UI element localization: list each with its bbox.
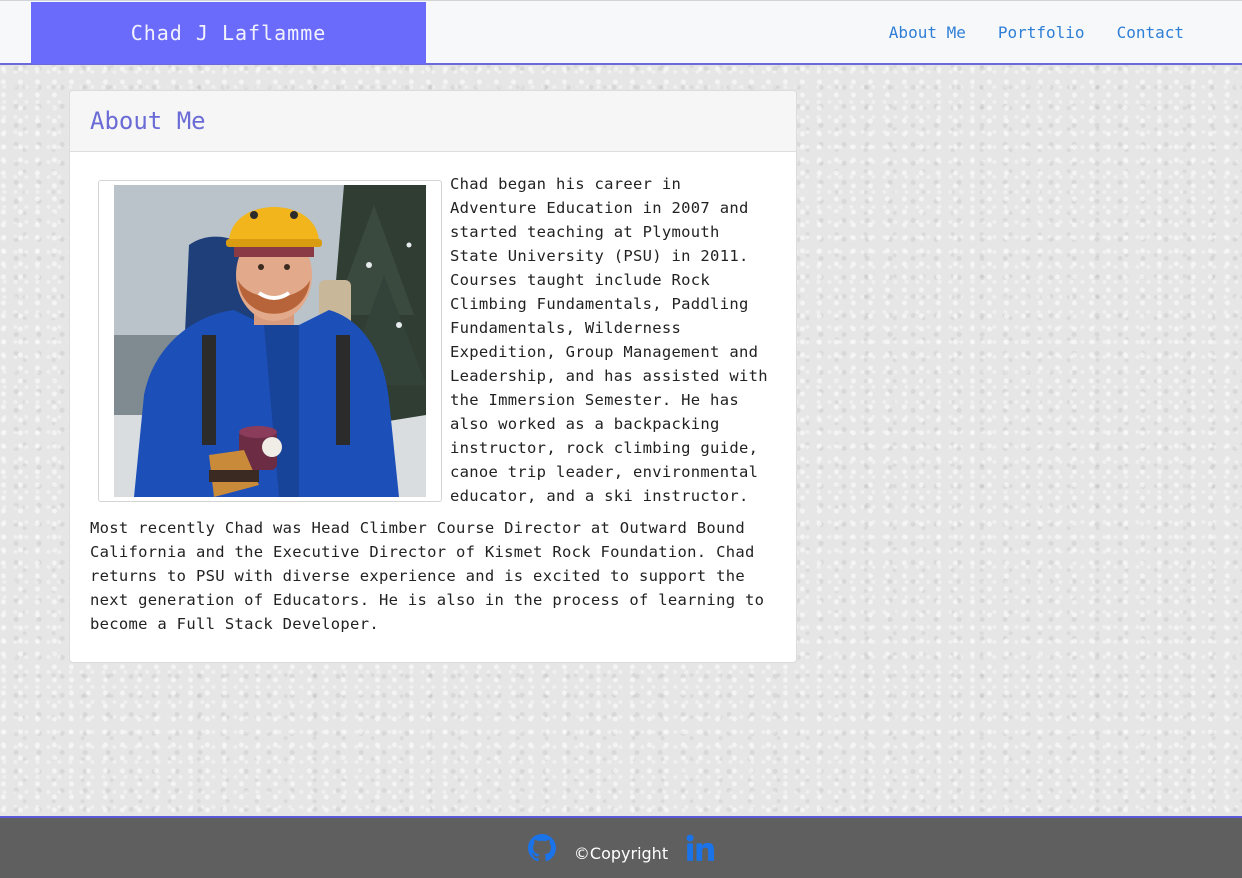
navbar: Chad J Laflamme About Me Portfolio Conta…: [0, 0, 1242, 65]
card-body: Chad began his career in Adventure Educa…: [70, 152, 796, 636]
about-title: About Me: [90, 107, 206, 135]
linkedin-icon[interactable]: [686, 834, 715, 862]
about-paragraph-2: Most recently Chad was Head Climber Cour…: [90, 519, 765, 633]
nav-links: About Me Portfolio Contact: [889, 1, 1184, 64]
footer: ©Copyright: [0, 816, 1242, 878]
profile-photo-frame: [98, 180, 442, 502]
card-header: About Me: [70, 91, 796, 152]
nav-link-about-me[interactable]: About Me: [889, 23, 966, 42]
profile-photo: [114, 185, 426, 497]
nav-link-contact[interactable]: Contact: [1117, 23, 1184, 42]
linkedin-link[interactable]: [686, 834, 715, 862]
github-icon[interactable]: [527, 834, 556, 862]
github-link[interactable]: [527, 834, 556, 862]
about-card: About Me Chad began his career in Advent…: [69, 90, 797, 663]
brand-name[interactable]: Chad J Laflamme: [31, 2, 426, 64]
copyright-text: ©Copyright: [573, 843, 669, 863]
nav-link-portfolio[interactable]: Portfolio: [998, 23, 1085, 42]
